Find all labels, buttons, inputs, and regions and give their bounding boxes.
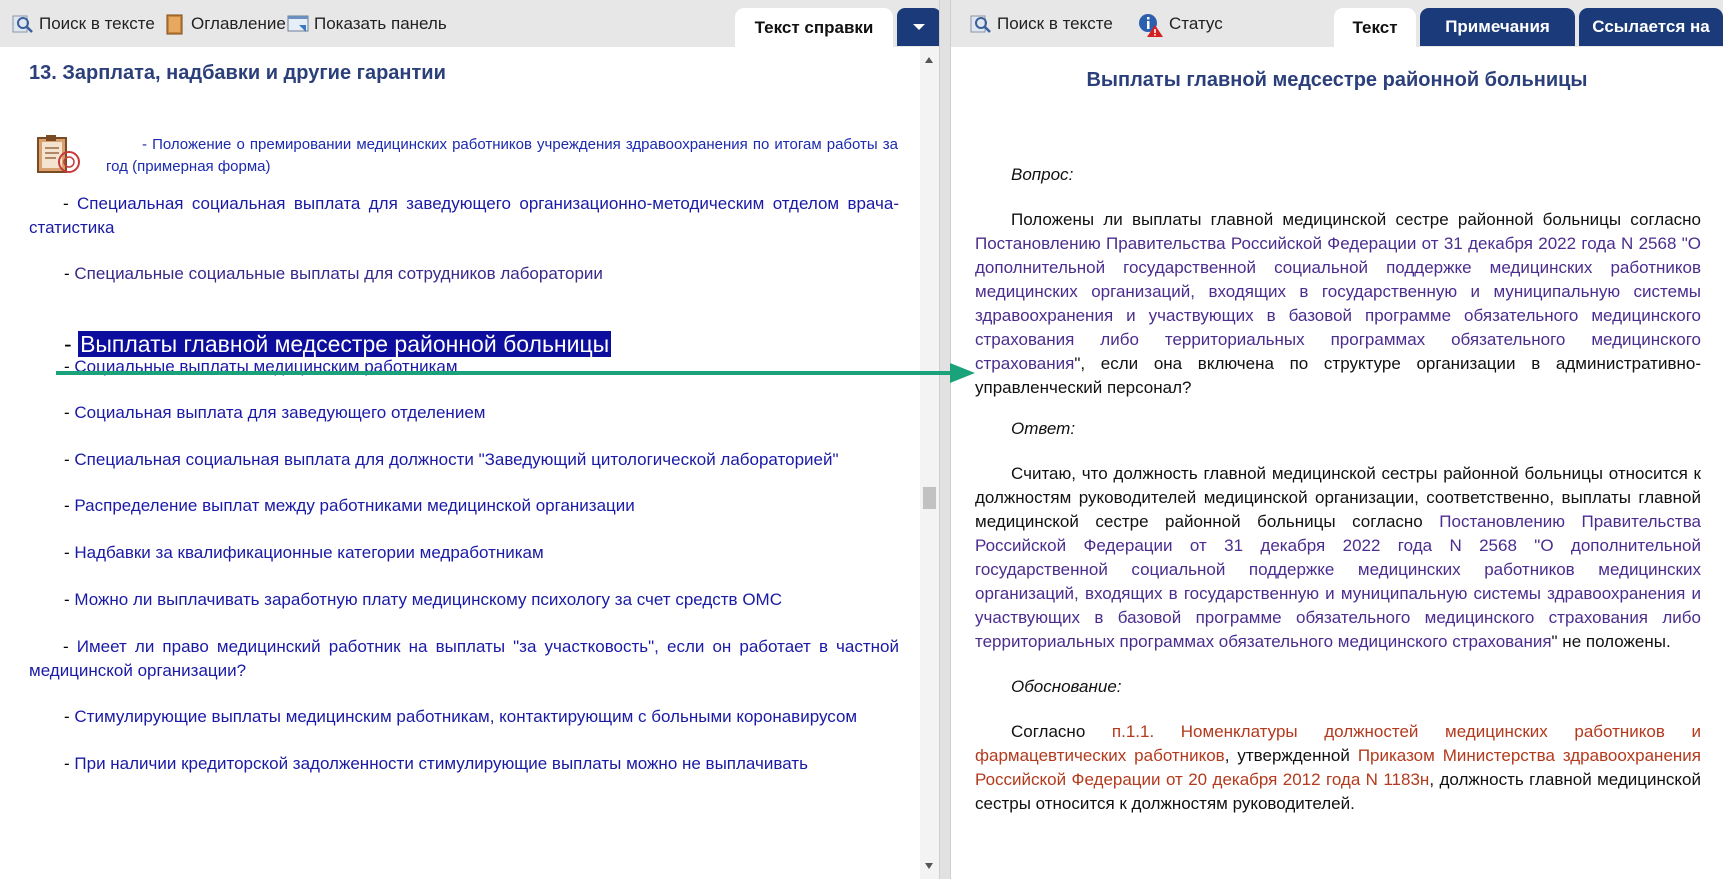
list-item[interactable]: - Можно ли выплачивать заработную плату … [64,588,900,612]
form-link[interactable]: - Положение о премировании медицинских р… [106,134,898,178]
scroll-thumb[interactable] [923,487,936,509]
list-item[interactable]: - Социальные выплаты медицинским работни… [64,355,900,379]
basis-paragraph: Согласно п.1.1. Номенклатуры должностей … [975,720,1701,816]
question-heading: Вопрос: [1011,165,1074,184]
list-item[interactable]: - Специальная социальная выплата для зав… [29,192,899,240]
left-document-pane: 13. Зарплата, надбавки и другие гарантии… [0,47,920,879]
question-text-start: Положены ли выплаты главной медицинской … [1011,210,1701,229]
tab-dropdown-button[interactable] [897,8,941,46]
list-item-link: Социальная выплата для заведующего отдел… [74,403,486,422]
book-icon [164,13,186,35]
status-button[interactable]: Статус [1138,12,1223,37]
tab-text-reference[interactable]: Текст справки [735,8,893,48]
list-item-link: Стимулирующие выплаты медицинским работн… [74,707,858,726]
search-icon [12,13,34,35]
panel-icon [287,13,309,35]
answer-law-link[interactable]: Постановлению Правительства Российской Ф… [975,512,1701,651]
search-icon [970,13,992,35]
list-item[interactable]: - Специальная социальная выплата для дол… [64,448,900,472]
list-dash: - [64,403,75,422]
list-item-link: Имеет ли право медицинский работник на в… [29,637,899,680]
selected-item-link: Выплаты главной медсестре районной больн… [78,331,612,357]
basis-text-start: Согласно [1011,722,1112,741]
list-item-link: При наличии кредиторской задолженности с… [74,754,808,773]
show-panel-label: Показать панель [314,14,447,33]
list-dash: - [64,496,75,515]
scroll-up-arrow-icon[interactable] [925,57,933,63]
answer-text-end: " не положены. [1551,632,1671,651]
list-dash: - [64,754,75,773]
list-item-link: Специальные социальные выплаты для сотру… [74,264,603,283]
answer-paragraph: Считаю, что должность главной медицинско… [975,462,1701,654]
list-item[interactable]: - Специальные социальные выплаты для сот… [64,262,900,286]
list-dash: - [64,264,75,283]
tab-notes[interactable]: Примечания [1420,8,1575,46]
status-label: Статус [1169,14,1223,33]
right-search-button[interactable]: Поиск в тексте [970,12,1113,36]
right-search-label: Поиск в тексте [997,14,1113,33]
status-info-icon [1138,13,1164,37]
tab-text[interactable]: Текст [1334,8,1416,48]
right-toolbar: Поиск в тексте Статус Текст Примечания С… [951,0,1723,48]
list-item-link: Специальная социальная выплата для должн… [74,450,839,469]
toc-button[interactable]: Оглавление [164,12,286,36]
pane-divider[interactable] [939,0,951,879]
basis-text-mid: , утвержденной [1224,746,1358,765]
list-item[interactable]: - Распределение выплат между работниками… [64,494,900,518]
document-stamp-icon[interactable] [36,134,86,178]
basis-heading: Обоснование: [1011,677,1122,696]
left-scrollbar[interactable] [920,47,939,879]
answer-label: Ответ [1011,419,1071,438]
chevron-down-icon [913,24,925,30]
list-item-link: Специальная социальная выплата для завед… [29,194,899,237]
list-dash: - [64,707,75,726]
list-dash: - [64,450,75,469]
left-search-button[interactable]: Поиск в тексте [12,12,155,36]
list-dash: - [63,194,78,213]
scroll-down-arrow-icon[interactable] [925,863,933,869]
list-item-link: Социальные выплаты медицинским работника… [74,357,458,376]
list-dash: - [64,543,75,562]
list-item[interactable]: - Имеет ли право медицинский работник на… [29,635,899,683]
question-paragraph: Положены ли выплаты главной медицинской … [975,208,1701,400]
form-link-text: Положение о премировании медицинских раб… [106,136,898,175]
list-item-link: Надбавки за квалификационные категории м… [74,543,544,562]
list-dash: - [64,357,75,376]
question-text-end: ", если она включена по структуре органи… [975,354,1701,397]
list-dash: - [64,590,75,609]
basis-label: Обоснование [1011,677,1117,696]
list-item-link: Распределение выплат между работниками м… [74,496,635,515]
list-dash: - [64,331,79,357]
tab-refers-to[interactable]: Ссылается на [1579,8,1723,46]
toc-label: Оглавление [191,14,286,33]
document-title: Выплаты главной медсестре районной больн… [1086,69,1588,91]
right-document-pane: Выплаты главной медсестре районной больн… [951,47,1723,879]
left-toolbar: Поиск в тексте Оглавление Показать панел… [0,0,941,48]
list-item[interactable]: - Надбавки за квалификационные категории… [64,541,900,565]
list-item[interactable]: - При наличии кредиторской задолженности… [64,752,900,776]
show-panel-button[interactable]: Показать панель [287,12,447,36]
form-link-dash: - [142,136,153,153]
list-item[interactable]: - Социальная выплата для заведующего отд… [64,401,900,425]
question-law-link[interactable]: Постановлению Правительства Российской Ф… [975,234,1701,373]
list-item[interactable]: - Стимулирующие выплаты медицинским рабо… [64,705,900,729]
list-item-link: Можно ли выплачивать заработную плату ме… [74,590,782,609]
left-search-label: Поиск в тексте [39,14,155,33]
answer-heading: Ответ: [1011,419,1076,438]
section-title: 13. Зарплата, надбавки и другие гарантии [29,62,446,84]
question-label: Вопрос [1011,165,1069,184]
list-dash: - [63,637,77,656]
